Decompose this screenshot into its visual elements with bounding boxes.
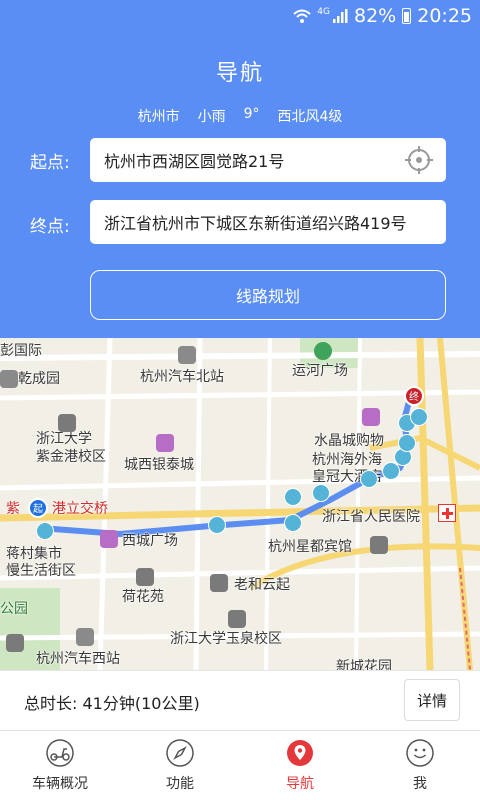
header: 4G 82% 20:25 导航 杭州市 小雨 9° 西北风4级 起点: 杭州市西… — [0, 0, 480, 338]
map-view[interactable]: 彭国际 乾成园 杭州汽车北站 运河广场 浙江大学 紫金港校区 水晶城购物 城西银… — [0, 338, 480, 670]
bike-station-icon[interactable] — [284, 488, 302, 506]
tab-label: 我 — [413, 776, 427, 792]
map-label: 杭州汽车北站 — [140, 369, 224, 385]
tab-label: 功能 — [166, 776, 194, 792]
status-bar: 4G 82% 20:25 — [0, 0, 480, 32]
locate-icon[interactable] — [404, 145, 434, 175]
tab-label: 车辆概况 — [32, 776, 88, 792]
battery-icon — [402, 8, 412, 24]
page-title: 导航 — [215, 61, 264, 86]
detail-button[interactable]: 详情 — [404, 679, 460, 721]
map-label: 公园 — [0, 601, 28, 617]
hotel-icon — [370, 536, 388, 554]
bus-station-icon — [76, 628, 94, 646]
map-label: 荷花苑 — [122, 589, 164, 605]
map-label: 运河广场 — [292, 363, 348, 379]
weather-wind: 西北风4级 — [277, 109, 343, 125]
wifi-icon — [293, 9, 311, 23]
tab-label: 导航 — [286, 776, 314, 792]
map-label: 浙江大学 紫金港校区 — [36, 431, 106, 465]
shopping-icon — [362, 408, 380, 426]
map-label: 杭州汽车西站 — [36, 651, 120, 667]
map-label: 城西银泰城 — [124, 457, 194, 473]
route-duration: 总时长: 41分钟(10公里) — [24, 694, 200, 713]
map-label: 紫 — [6, 501, 20, 517]
weather-temperature: 9° — [243, 106, 260, 122]
end-marker: 终 — [404, 386, 424, 406]
school-icon — [58, 414, 76, 432]
map-label: 浙江大学玉泉校区 — [170, 631, 282, 647]
map-label: 彭国际 — [0, 343, 42, 359]
bus-station-icon — [178, 346, 196, 364]
start-field[interactable]: 杭州市西湖区圆觉路21号 — [90, 138, 446, 182]
bike-station-icon[interactable] — [284, 514, 302, 532]
park-icon — [314, 342, 332, 360]
start-label: 起点: — [30, 153, 70, 173]
end-label: 终点: — [30, 217, 70, 237]
residence-icon — [210, 574, 228, 592]
compass-icon — [166, 739, 194, 767]
scooter-icon — [46, 739, 74, 767]
end-field[interactable]: 浙江省杭州市下城区东新街道绍兴路419号 — [90, 200, 446, 244]
start-marker: 起 — [28, 498, 48, 518]
bike-station-icon[interactable] — [398, 434, 416, 452]
map-label: 老和云起 — [234, 577, 290, 593]
map-label: 水晶城购物 — [314, 433, 384, 449]
map-label: 新城花园 — [336, 659, 392, 670]
tab-vehicle-overview[interactable]: 车辆概况 — [0, 731, 120, 800]
map-label: 西城广场 — [122, 533, 178, 549]
route-plan-button[interactable]: 线路规划 — [90, 270, 446, 320]
place-icon — [0, 370, 18, 388]
map-label: 蒋村集市 慢生活街区 — [6, 546, 76, 579]
home-icon — [136, 568, 154, 586]
battery-percent: 82% — [354, 5, 397, 27]
tab-navigation[interactable]: 导航 — [240, 731, 360, 800]
end-value: 浙江省杭州市下城区东新街道绍兴路419号 — [104, 214, 407, 233]
weather-condition: 小雨 — [197, 109, 226, 125]
bike-station-icon[interactable] — [382, 462, 400, 480]
tab-functions[interactable]: 功能 — [120, 731, 240, 800]
start-value: 杭州市西湖区圆觉路21号 — [104, 152, 285, 171]
map-label: 杭州星都宾馆 — [268, 539, 352, 555]
weather-info: 杭州市 小雨 9° 西北风4级 — [0, 106, 480, 126]
shopping-icon — [100, 530, 118, 548]
weather-city: 杭州市 — [137, 109, 180, 125]
tab-me[interactable]: 我 — [360, 731, 480, 800]
shopping-icon — [156, 434, 174, 452]
school-icon — [6, 634, 24, 652]
signal-icon — [333, 9, 348, 23]
school-icon — [228, 610, 246, 628]
smiley-icon — [406, 739, 434, 767]
bike-station-icon[interactable] — [410, 408, 428, 426]
map-label: 乾成园 — [18, 371, 60, 387]
bike-station-icon[interactable] — [312, 484, 330, 502]
map-label: 港立交桥 — [52, 501, 108, 517]
hospital-icon — [438, 504, 456, 522]
clock: 20:25 — [417, 5, 472, 27]
map-label: 浙江省人民医院 — [322, 509, 420, 525]
bike-station-icon[interactable] — [208, 516, 226, 534]
bike-station-icon[interactable] — [360, 470, 378, 488]
route-summary: 总时长: 41分钟(10公里) 详情 — [0, 670, 480, 730]
location-pin-icon — [287, 740, 313, 766]
bottom-tab-bar: 车辆概况 功能 导航 我 — [0, 730, 480, 800]
network-type: 4G — [317, 7, 330, 17]
bike-station-icon[interactable] — [36, 522, 54, 540]
